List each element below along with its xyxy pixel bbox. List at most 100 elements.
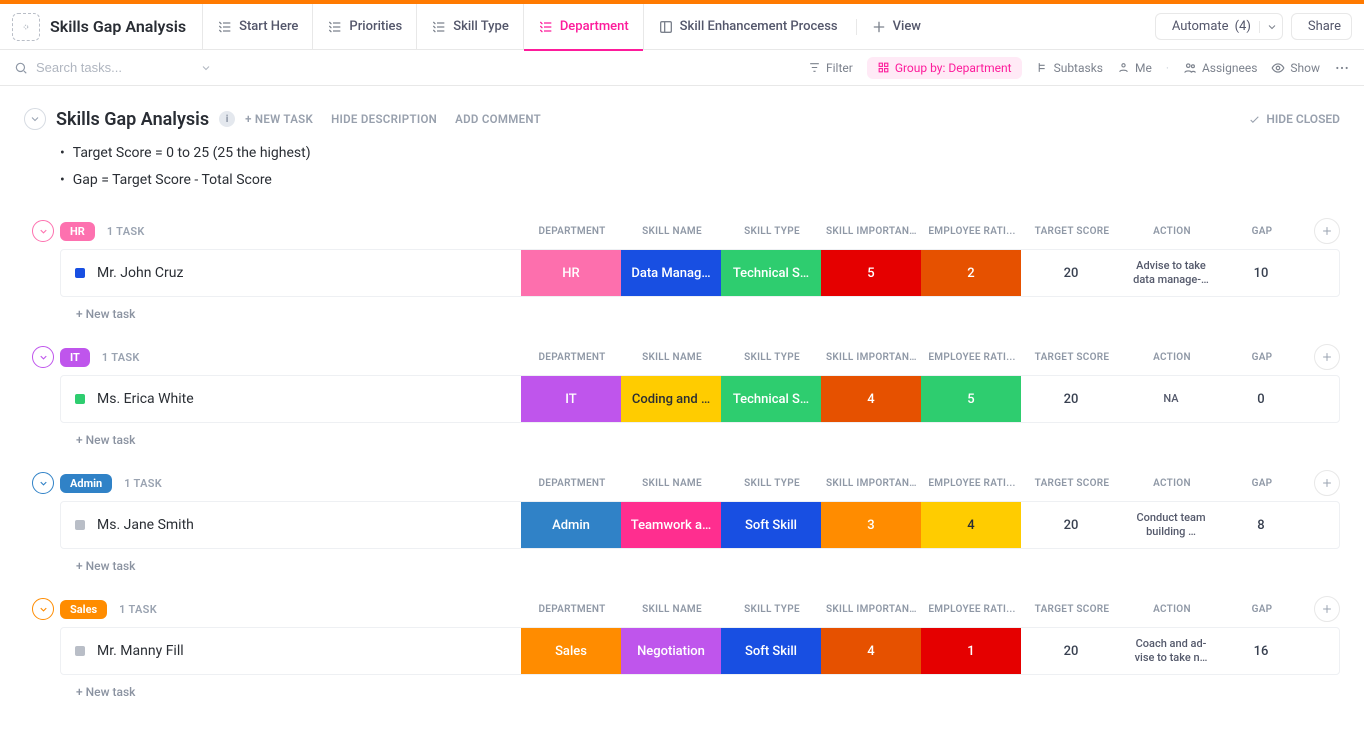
column-header[interactable]: TARGET SCORE — [1022, 352, 1122, 363]
more-button[interactable] — [1334, 60, 1350, 76]
cell-tag[interactable]: Teamwork a… — [621, 502, 721, 548]
column-header[interactable]: DEPARTMENT — [522, 604, 622, 615]
cell-tag[interactable]: 4 — [821, 376, 921, 422]
new-task-link[interactable]: + New task — [76, 559, 1340, 573]
column-header[interactable]: TARGET SCORE — [1022, 478, 1122, 489]
hide-description-button[interactable]: HIDE DESCRIPTION — [331, 112, 437, 126]
add-column-button[interactable] — [1314, 218, 1340, 244]
cell-tag[interactable]: Admin — [521, 502, 621, 548]
cell-action[interactable]: Conduct team building … — [1121, 502, 1221, 548]
group-badge[interactable]: HR — [60, 222, 95, 241]
cell-value[interactable]: 0 — [1221, 376, 1301, 422]
new-task-link[interactable]: + New task — [76, 307, 1340, 321]
column-header[interactable]: SKILL TYPE — [722, 604, 822, 615]
column-header[interactable]: SKILL IMPORTANC... — [822, 478, 922, 489]
column-header[interactable]: SKILL TYPE — [722, 226, 822, 237]
column-header[interactable]: SKILL IMPORTANC... — [822, 604, 922, 615]
task-name-cell[interactable]: Mr. John Cruz — [61, 250, 521, 296]
me-button[interactable]: Me — [1117, 61, 1152, 75]
cell-tag[interactable]: Data Manag… — [621, 250, 721, 296]
collapse-group-button[interactable] — [32, 346, 54, 368]
cell-action[interactable]: Coach and ad-vise to take n… — [1121, 628, 1221, 674]
collapse-group-button[interactable] — [32, 220, 54, 242]
search-input[interactable] — [34, 59, 194, 76]
status-indicator[interactable] — [75, 520, 85, 530]
column-header[interactable]: SKILL NAME — [622, 352, 722, 363]
chevron-down-icon[interactable] — [200, 62, 212, 74]
column-header[interactable]: GAP — [1222, 478, 1302, 489]
status-indicator[interactable] — [75, 646, 85, 656]
column-header[interactable]: DEPARTMENT — [522, 352, 622, 363]
column-header[interactable]: GAP — [1222, 604, 1302, 615]
cell-tag[interactable]: 5 — [921, 376, 1021, 422]
column-header[interactable]: SKILL NAME — [622, 478, 722, 489]
cell-tag[interactable]: Coding and … — [621, 376, 721, 422]
column-header[interactable]: TARGET SCORE — [1022, 226, 1122, 237]
group-badge[interactable]: Sales — [60, 600, 107, 619]
column-header[interactable]: EMPLOYEE RATI... — [922, 604, 1022, 615]
cell-tag[interactable]: Sales — [521, 628, 621, 674]
task-name-cell[interactable]: Ms. Erica White — [61, 376, 521, 422]
cell-tag[interactable]: Soft Skill — [721, 628, 821, 674]
chevron-down-icon[interactable] — [1259, 21, 1278, 33]
add-column-button[interactable] — [1314, 596, 1340, 622]
cell-action[interactable]: Advise to take data manage-… — [1121, 250, 1221, 296]
new-task-button[interactable]: + NEW TASK — [245, 112, 313, 126]
subtasks-button[interactable]: Subtasks — [1036, 61, 1103, 75]
new-task-link[interactable]: + New task — [76, 433, 1340, 447]
show-button[interactable]: Show — [1271, 61, 1320, 75]
cell-tag[interactable]: 3 — [821, 502, 921, 548]
column-header[interactable]: ACTION — [1122, 226, 1222, 237]
task-row[interactable]: Mr. Manny Fill SalesNegotiationSoft Skil… — [60, 627, 1340, 675]
cell-value[interactable]: 10 — [1221, 250, 1301, 296]
add-column-button[interactable] — [1314, 470, 1340, 496]
column-header[interactable]: EMPLOYEE RATI... — [922, 478, 1022, 489]
column-header[interactable]: GAP — [1222, 226, 1302, 237]
column-header[interactable]: SKILL NAME — [622, 604, 722, 615]
cell-value[interactable]: 20 — [1021, 502, 1121, 548]
cell-tag[interactable]: HR — [521, 250, 621, 296]
column-header[interactable]: DEPARTMENT — [522, 226, 622, 237]
task-row[interactable]: Ms. Jane Smith AdminTeamwork a…Soft Skil… — [60, 501, 1340, 549]
cell-tag[interactable]: Technical S… — [721, 376, 821, 422]
cell-tag[interactable]: 4 — [821, 628, 921, 674]
cell-tag[interactable]: 2 — [921, 250, 1021, 296]
tab-priorities[interactable]: Priorities — [312, 4, 416, 50]
tab-start-here[interactable]: Start Here — [202, 4, 312, 50]
column-header[interactable]: DEPARTMENT — [522, 478, 622, 489]
column-header[interactable]: SKILL NAME — [622, 226, 722, 237]
group-badge[interactable]: IT — [60, 348, 90, 367]
add-column-button[interactable] — [1314, 344, 1340, 370]
add-view-button[interactable]: View — [856, 19, 935, 35]
share-button[interactable]: Share — [1291, 13, 1352, 40]
group-by-button[interactable]: Group by: Department — [867, 57, 1022, 79]
tab-skill-enhancement-process[interactable]: Skill Enhancement Process — [643, 4, 852, 50]
cell-action[interactable]: NA — [1121, 376, 1221, 422]
cell-value[interactable]: 8 — [1221, 502, 1301, 548]
task-row[interactable]: Ms. Erica White ITCoding and …Technical … — [60, 375, 1340, 423]
column-header[interactable]: ACTION — [1122, 352, 1222, 363]
cell-tag[interactable]: IT — [521, 376, 621, 422]
task-name-cell[interactable]: Mr. Manny Fill — [61, 628, 521, 674]
group-badge[interactable]: Admin — [60, 474, 112, 493]
column-header[interactable]: ACTION — [1122, 604, 1222, 615]
assignees-button[interactable]: Assignees — [1183, 61, 1257, 75]
cell-tag[interactable]: 4 — [921, 502, 1021, 548]
task-row[interactable]: Mr. John Cruz HRData Manag…Technical S…5… — [60, 249, 1340, 297]
column-header[interactable]: SKILL IMPORTANC... — [822, 352, 922, 363]
column-header[interactable]: SKILL IMPORTANC... — [822, 226, 922, 237]
hide-closed-button[interactable]: HIDE CLOSED — [1248, 112, 1340, 126]
status-indicator[interactable] — [75, 394, 85, 404]
cell-value[interactable]: 20 — [1021, 250, 1121, 296]
cell-value[interactable]: 16 — [1221, 628, 1301, 674]
add-comment-button[interactable]: ADD COMMENT — [455, 112, 541, 126]
cell-tag[interactable]: 5 — [821, 250, 921, 296]
new-task-link[interactable]: + New task — [76, 685, 1340, 699]
cell-tag[interactable]: 1 — [921, 628, 1021, 674]
status-indicator[interactable] — [75, 268, 85, 278]
collapse-group-button[interactable] — [32, 472, 54, 494]
column-header[interactable]: ACTION — [1122, 478, 1222, 489]
cell-tag[interactable]: Negotiation — [621, 628, 721, 674]
filter-button[interactable]: Filter — [808, 61, 853, 75]
cell-value[interactable]: 20 — [1021, 628, 1121, 674]
